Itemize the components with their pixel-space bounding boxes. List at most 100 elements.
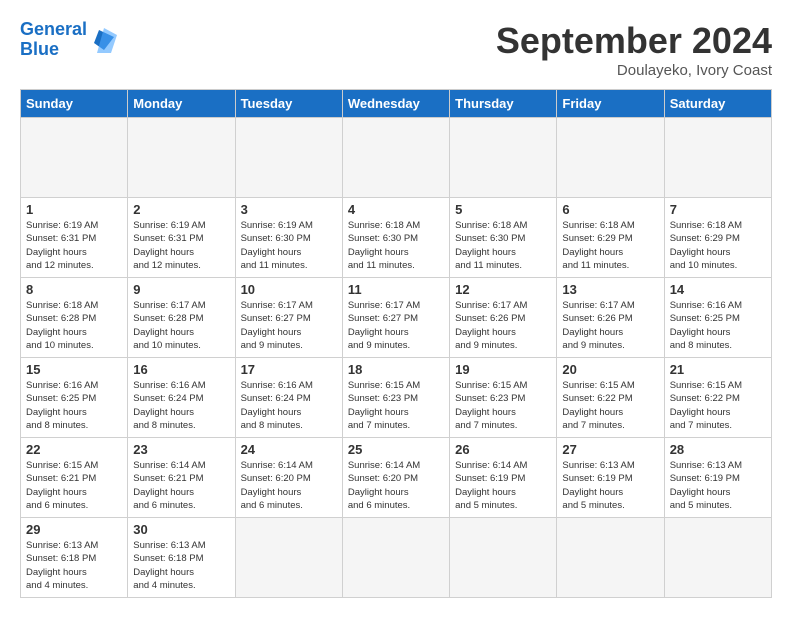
day-info: Sunrise: 6:16 AMSunset: 6:25 PMDaylight … <box>26 379 122 432</box>
day-number: 1 <box>26 202 122 217</box>
day-info: Sunrise: 6:14 AMSunset: 6:20 PMDaylight … <box>348 459 444 512</box>
header-sunday: Sunday <box>21 90 128 118</box>
day-info: Sunrise: 6:13 AMSunset: 6:18 PMDaylight … <box>133 539 229 592</box>
day-info: Sunrise: 6:15 AMSunset: 6:22 PMDaylight … <box>562 379 658 432</box>
day-number: 21 <box>670 362 766 377</box>
day-info: Sunrise: 6:17 AMSunset: 6:26 PMDaylight … <box>562 299 658 352</box>
day-number: 7 <box>670 202 766 217</box>
day-number: 26 <box>455 442 551 457</box>
day-info: Sunrise: 6:19 AMSunset: 6:31 PMDaylight … <box>26 219 122 272</box>
title-section: September 2024 Doulayeko, Ivory Coast <box>496 20 772 79</box>
header-monday: Monday <box>128 90 235 118</box>
calendar-day: 17 Sunrise: 6:16 AMSunset: 6:24 PMDayligh… <box>235 358 342 438</box>
calendar-day: 25 Sunrise: 6:14 AMSunset: 6:20 PMDayligh… <box>342 438 449 518</box>
day-info: Sunrise: 6:16 AMSunset: 6:24 PMDaylight … <box>133 379 229 432</box>
day-number: 4 <box>348 202 444 217</box>
day-number: 29 <box>26 522 122 537</box>
day-info: Sunrise: 6:17 AMSunset: 6:28 PMDaylight … <box>133 299 229 352</box>
day-info: Sunrise: 6:13 AMSunset: 6:19 PMDaylight … <box>562 459 658 512</box>
day-number: 15 <box>26 362 122 377</box>
day-number: 9 <box>133 282 229 297</box>
day-number: 13 <box>562 282 658 297</box>
header-tuesday: Tuesday <box>235 90 342 118</box>
day-info: Sunrise: 6:14 AMSunset: 6:21 PMDaylight … <box>133 459 229 512</box>
day-number: 8 <box>26 282 122 297</box>
calendar-day: 5 Sunrise: 6:18 AMSunset: 6:30 PMDaylight… <box>450 198 557 278</box>
day-info: Sunrise: 6:18 AMSunset: 6:30 PMDaylight … <box>348 219 444 272</box>
calendar-day: 26 Sunrise: 6:14 AMSunset: 6:19 PMDayligh… <box>450 438 557 518</box>
day-info: Sunrise: 6:17 AMSunset: 6:26 PMDaylight … <box>455 299 551 352</box>
day-number: 18 <box>348 362 444 377</box>
header-thursday: Thursday <box>450 90 557 118</box>
logo-text: GeneralBlue <box>20 20 87 60</box>
calendar-week-5: 29 Sunrise: 6:13 AMSunset: 6:18 PMDayligh… <box>21 518 772 598</box>
month-title: September 2024 <box>496 20 772 62</box>
calendar-day: 21 Sunrise: 6:15 AMSunset: 6:22 PMDayligh… <box>664 358 771 438</box>
calendar-day: 23Sunrise: 6:14 AMSunset: 6:21 PMDayligh… <box>128 438 235 518</box>
day-number: 3 <box>241 202 337 217</box>
day-number: 6 <box>562 202 658 217</box>
day-info: Sunrise: 6:17 AMSunset: 6:27 PMDaylight … <box>241 299 337 352</box>
calendar-week-2: 8Sunrise: 6:18 AMSunset: 6:28 PMDaylight… <box>21 278 772 358</box>
day-info: Sunrise: 6:18 AMSunset: 6:29 PMDaylight … <box>562 219 658 272</box>
day-info: Sunrise: 6:15 AMSunset: 6:23 PMDaylight … <box>348 379 444 432</box>
calendar-day: 1 Sunrise: 6:19 AMSunset: 6:31 PMDaylight… <box>21 198 128 278</box>
calendar-day: 27 Sunrise: 6:13 AMSunset: 6:19 PMDayligh… <box>557 438 664 518</box>
calendar-day: 12Sunrise: 6:17 AMSunset: 6:26 PMDayligh… <box>450 278 557 358</box>
calendar-day <box>235 518 342 598</box>
day-number: 16 <box>133 362 229 377</box>
day-number: 5 <box>455 202 551 217</box>
day-number: 28 <box>670 442 766 457</box>
calendar-day: 24Sunrise: 6:14 AMSunset: 6:20 PMDayligh… <box>235 438 342 518</box>
calendar-day <box>21 118 128 198</box>
calendar-day: 28 Sunrise: 6:13 AMSunset: 6:19 PMDayligh… <box>664 438 771 518</box>
calendar-day <box>342 518 449 598</box>
calendar-day: 20 Sunrise: 6:15 AMSunset: 6:22 PMDayligh… <box>557 358 664 438</box>
day-info: Sunrise: 6:13 AMSunset: 6:18 PMDaylight … <box>26 539 122 592</box>
location: Doulayeko, Ivory Coast <box>496 62 772 79</box>
calendar-day: 11 Sunrise: 6:17 AMSunset: 6:27 PMDayligh… <box>342 278 449 358</box>
calendar-day <box>450 518 557 598</box>
calendar-day <box>235 118 342 198</box>
calendar-day: 3 Sunrise: 6:19 AMSunset: 6:30 PMDaylight… <box>235 198 342 278</box>
calendar-day <box>342 118 449 198</box>
day-info: Sunrise: 6:19 AMSunset: 6:31 PMDaylight … <box>133 219 229 272</box>
header-wednesday: Wednesday <box>342 90 449 118</box>
day-number: 20 <box>562 362 658 377</box>
header-saturday: Saturday <box>664 90 771 118</box>
day-info: Sunrise: 6:15 AMSunset: 6:21 PMDaylight … <box>26 459 122 512</box>
day-number: 17 <box>241 362 337 377</box>
day-info: Sunrise: 6:14 AMSunset: 6:19 PMDaylight … <box>455 459 551 512</box>
day-info: Sunrise: 6:19 AMSunset: 6:30 PMDaylight … <box>241 219 337 272</box>
day-info: Sunrise: 6:15 AMSunset: 6:23 PMDaylight … <box>455 379 551 432</box>
calendar-day: 30Sunrise: 6:13 AMSunset: 6:18 PMDayligh… <box>128 518 235 598</box>
day-info: Sunrise: 6:13 AMSunset: 6:19 PMDaylight … <box>670 459 766 512</box>
day-info: Sunrise: 6:17 AMSunset: 6:27 PMDaylight … <box>348 299 444 352</box>
day-number: 19 <box>455 362 551 377</box>
calendar-day: 18 Sunrise: 6:15 AMSunset: 6:23 PMDayligh… <box>342 358 449 438</box>
calendar-day: 10 Sunrise: 6:17 AMSunset: 6:27 PMDayligh… <box>235 278 342 358</box>
calendar-week-4: 22 Sunrise: 6:15 AMSunset: 6:21 PMDayligh… <box>21 438 772 518</box>
calendar-day: 7 Sunrise: 6:18 AMSunset: 6:29 PMDaylight… <box>664 198 771 278</box>
calendar-day: 29 Sunrise: 6:13 AMSunset: 6:18 PMDayligh… <box>21 518 128 598</box>
day-number: 22 <box>26 442 122 457</box>
calendar-day: 22 Sunrise: 6:15 AMSunset: 6:21 PMDayligh… <box>21 438 128 518</box>
day-number: 25 <box>348 442 444 457</box>
day-info: Sunrise: 6:16 AMSunset: 6:24 PMDaylight … <box>241 379 337 432</box>
day-number: 11 <box>348 282 444 297</box>
day-info: Sunrise: 6:15 AMSunset: 6:22 PMDaylight … <box>670 379 766 432</box>
calendar-day <box>557 118 664 198</box>
calendar-day: 16 Sunrise: 6:16 AMSunset: 6:24 PMDayligh… <box>128 358 235 438</box>
day-number: 10 <box>241 282 337 297</box>
calendar-day <box>664 118 771 198</box>
day-info: Sunrise: 6:16 AMSunset: 6:25 PMDaylight … <box>670 299 766 352</box>
calendar-day: 8Sunrise: 6:18 AMSunset: 6:28 PMDaylight… <box>21 278 128 358</box>
logo: GeneralBlue <box>20 20 119 60</box>
calendar-day: 19 Sunrise: 6:15 AMSunset: 6:23 PMDayligh… <box>450 358 557 438</box>
day-number: 27 <box>562 442 658 457</box>
day-info: Sunrise: 6:18 AMSunset: 6:29 PMDaylight … <box>670 219 766 272</box>
calendar-day <box>557 518 664 598</box>
calendar-day <box>664 518 771 598</box>
day-number: 24 <box>241 442 337 457</box>
day-info: Sunrise: 6:18 AMSunset: 6:30 PMDaylight … <box>455 219 551 272</box>
